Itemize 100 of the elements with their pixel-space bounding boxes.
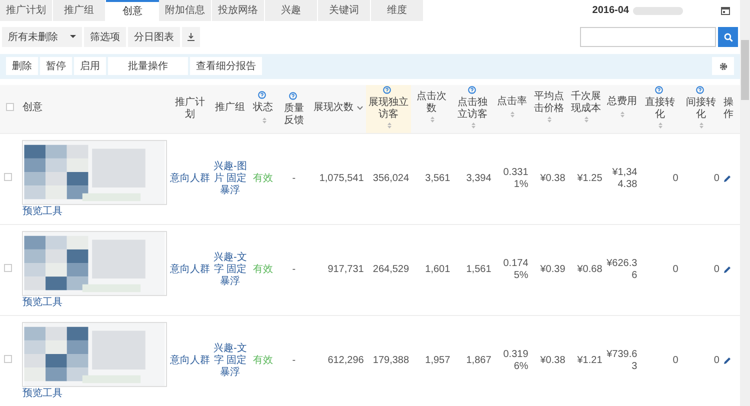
table-link[interactable]: 意向人群 xyxy=(168,354,212,367)
table-cell: ¥0.38 xyxy=(540,172,566,184)
status-text: 有效 xyxy=(253,264,274,275)
table-cell: ¥0.38 xyxy=(540,354,566,366)
column-header[interactable]: 质量反馈 xyxy=(279,102,308,127)
column-header[interactable]: 千次展现成本 xyxy=(569,90,602,115)
gear-icon xyxy=(718,62,728,71)
column-header[interactable]: 推广计划 xyxy=(170,96,210,121)
table-cell: 1,075,541 xyxy=(319,172,364,184)
table-link[interactable]: 意向人群 xyxy=(168,172,212,185)
caret-icon xyxy=(70,35,76,40)
toolbar-button[interactable]: 筛选项 xyxy=(84,27,126,48)
column-header[interactable]: 间接转化 xyxy=(682,96,720,121)
table-cell: 3,394 xyxy=(466,172,492,184)
table-cell: 917,731 xyxy=(328,264,364,275)
table-link[interactable]: 意向人群 xyxy=(168,264,212,276)
table-cell: 0.1745% xyxy=(503,258,528,281)
table-cell: 1,867 xyxy=(466,354,492,366)
column-header[interactable]: 创意 xyxy=(22,102,42,114)
column-header[interactable]: 点击独立访客 xyxy=(454,96,492,121)
table-link[interactable]: 兴趣-文字 固定暴浮 xyxy=(212,252,249,288)
table-cell: ¥626.36 xyxy=(606,258,638,281)
help-icon[interactable] xyxy=(696,86,704,94)
sort-icon[interactable] xyxy=(386,122,392,130)
checkbox[interactable] xyxy=(4,172,12,181)
table-cell: ¥0.39 xyxy=(540,264,566,275)
checkbox[interactable] xyxy=(6,102,14,111)
table-cell: ¥0.68 xyxy=(577,264,602,275)
sort-icon[interactable] xyxy=(658,122,664,130)
status-text: 有效 xyxy=(253,172,274,184)
status-text: 有效 xyxy=(253,354,274,366)
column-header[interactable]: 展现次数 xyxy=(314,102,354,114)
table-cell: ¥1,344.38 xyxy=(612,166,638,190)
help-icon[interactable] xyxy=(258,91,266,100)
table-link[interactable]: 兴趣-文字 固定暴浮 xyxy=(212,342,249,379)
date-range[interactable]: 2016-04 xyxy=(592,3,629,18)
table-cell: 1,601 xyxy=(425,264,450,275)
sort-icon[interactable] xyxy=(547,116,552,124)
help-icon[interactable] xyxy=(654,86,663,94)
download-button[interactable] xyxy=(182,27,200,48)
preview-link[interactable]: 预览工具 xyxy=(22,206,167,218)
column-header[interactable]: 推广组 xyxy=(215,102,246,114)
action-button[interactable]: 删除 xyxy=(6,57,38,76)
toolbar-button[interactable]: 分日图表 xyxy=(128,27,180,48)
help-icon[interactable] xyxy=(383,86,392,94)
help-icon[interactable] xyxy=(468,86,476,94)
table-cell: 0 xyxy=(672,172,678,184)
column-header[interactable]: 总费用 xyxy=(606,96,637,108)
table-cell: 612,296 xyxy=(328,354,364,366)
column-header[interactable]: 平均点击价格 xyxy=(532,90,566,115)
column-header[interactable]: 点击率 xyxy=(496,96,527,108)
edit-icon[interactable] xyxy=(723,266,732,274)
sort-descending-icon[interactable] xyxy=(356,106,363,110)
checkbox[interactable] xyxy=(4,354,12,363)
table-cell: 264,529 xyxy=(372,264,410,275)
table-cell: - xyxy=(292,172,296,184)
table-cell: 179,388 xyxy=(372,354,410,366)
table-cell: 0 xyxy=(672,354,678,366)
preview-link[interactable]: 预览工具 xyxy=(22,296,167,309)
download-icon xyxy=(187,33,195,42)
sort-icon[interactable] xyxy=(620,110,626,118)
help-icon[interactable] xyxy=(288,92,297,100)
action-button[interactable]: 查看细分报告 xyxy=(190,57,262,76)
filter-dropdown[interactable]: 所有未删除 xyxy=(2,27,82,48)
checkbox[interactable] xyxy=(4,264,12,272)
column-header[interactable]: 直接转化 xyxy=(641,96,678,121)
table-cell: 356,024 xyxy=(372,172,410,184)
sort-icon[interactable] xyxy=(262,116,267,124)
table-cell: 3,561 xyxy=(425,172,450,184)
table-cell: 0 xyxy=(714,172,720,184)
search-button[interactable] xyxy=(718,27,738,48)
sort-icon[interactable] xyxy=(584,116,590,124)
table-cell: 0 xyxy=(672,264,678,275)
settings-button[interactable] xyxy=(712,57,734,76)
table-cell: 0.3196% xyxy=(503,348,528,372)
table-cell: ¥1.21 xyxy=(577,354,602,366)
table-cell: 1,561 xyxy=(466,264,492,275)
edit-icon[interactable] xyxy=(723,356,732,365)
action-button[interactable]: 批量操作 xyxy=(108,57,188,76)
edit-icon[interactable] xyxy=(723,174,732,183)
table-cell: - xyxy=(292,264,296,275)
sort-icon[interactable] xyxy=(510,110,516,118)
sort-icon[interactable] xyxy=(699,122,704,130)
sort-icon[interactable] xyxy=(430,116,436,124)
table-link[interactable]: 兴趣-图片 固定暴浮 xyxy=(212,160,249,197)
preview-link[interactable]: 预览工具 xyxy=(22,388,167,400)
column-header[interactable]: 操作 xyxy=(723,96,738,121)
action-button[interactable]: 启用 xyxy=(74,57,106,76)
search-icon xyxy=(724,32,732,42)
table-cell: 0.3311% xyxy=(503,166,528,190)
scrollbar-thumb[interactable] xyxy=(741,40,749,100)
action-button[interactable]: 暂停 xyxy=(40,57,72,76)
search-field[interactable] xyxy=(580,27,716,48)
column-header[interactable]: 点击次数 xyxy=(413,90,450,115)
column-header[interactable]: 状态 xyxy=(253,102,274,114)
tab[interactable]: 创意 xyxy=(106,0,159,21)
blurred-date-range xyxy=(633,6,683,14)
calendar-icon[interactable] xyxy=(721,6,730,15)
sort-icon[interactable] xyxy=(471,122,476,130)
table-cell: 1,957 xyxy=(425,354,450,366)
